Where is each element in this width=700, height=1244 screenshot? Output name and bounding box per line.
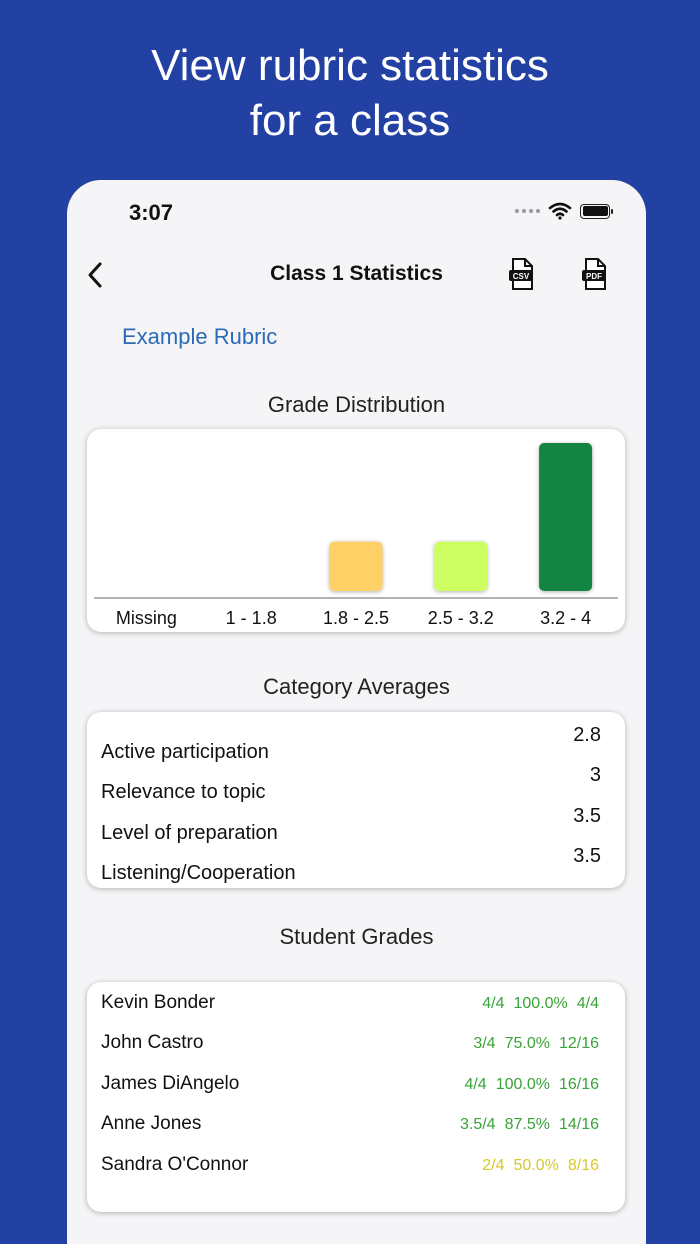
student-stats: 4/4 100.0% 16/16 bbox=[464, 1076, 599, 1094]
pdf-icon-label: PDF bbox=[586, 272, 602, 281]
bar-4 bbox=[539, 443, 593, 591]
student-points: 12/16 bbox=[558, 1035, 599, 1052]
grade-distribution-chart: Missing 1 - 1.8 1.8 - 2.5 2.5 - 3.2 3.2 - 4 bbox=[87, 429, 625, 632]
average-row: Active participation 2.8 bbox=[101, 724, 601, 764]
average-row: Listening/Cooperation 3.5 bbox=[101, 845, 601, 885]
student-stats: 3.5/4 87.5% 14/16 bbox=[460, 1116, 599, 1134]
category-averages-card: Active participation 2.8 Relevance to to… bbox=[87, 712, 625, 888]
student-score: 3.5/4 bbox=[459, 1116, 496, 1133]
student-grades-title: Student Grades bbox=[279, 924, 434, 949]
student-percent: 87.5% bbox=[504, 1116, 550, 1133]
student-name: John Castro bbox=[101, 1032, 204, 1053]
wifi-icon bbox=[548, 202, 572, 220]
student-row[interactable]: Sandra O'Connor 2/4 50.0% 8/16 bbox=[101, 1146, 599, 1186]
grade-distribution-title: Grade Distribution bbox=[267, 392, 446, 417]
average-label: Listening/Cooperation bbox=[101, 862, 296, 884]
student-points: 8/16 bbox=[567, 1157, 599, 1174]
csv-icon-label: CSV bbox=[513, 272, 530, 281]
student-row[interactable]: John Castro 3/4 75.0% 12/16 bbox=[101, 1024, 599, 1064]
bar-3 bbox=[434, 541, 488, 591]
student-points: 14/16 bbox=[558, 1116, 599, 1133]
student-points: 16/16 bbox=[558, 1076, 599, 1093]
student-stats: 2/4 50.0% 8/16 bbox=[482, 1157, 599, 1175]
status-time: 3:07 bbox=[129, 200, 174, 225]
student-row[interactable]: Anne Jones 3.5/4 87.5% 14/16 bbox=[101, 1105, 599, 1145]
x-tick-label: 1 - 1.8 bbox=[226, 608, 277, 628]
student-row[interactable]: Kevin Bonder 4/4 100.0% 4/4 bbox=[101, 984, 599, 1024]
student-score: 4/4 bbox=[464, 1076, 487, 1093]
student-stats: 3/4 75.0% 12/16 bbox=[473, 1035, 599, 1053]
student-points: 4/4 bbox=[576, 995, 599, 1012]
average-value: 2.8 bbox=[573, 724, 601, 746]
average-row: Relevance to topic 3 bbox=[101, 764, 601, 804]
student-name: Anne Jones bbox=[101, 1113, 202, 1134]
cellular-signal-icon bbox=[515, 209, 540, 213]
student-name: James DiAngelo bbox=[101, 1073, 240, 1094]
student-percent: 100.0% bbox=[513, 995, 568, 1012]
export-pdf-button[interactable]: PDF bbox=[580, 256, 610, 292]
average-label: Level of preparation bbox=[101, 822, 278, 844]
navigation-bar: Class 1 Statistics CSV PDF bbox=[67, 250, 646, 298]
pdf-file-icon: PDF bbox=[582, 258, 606, 290]
status-icons bbox=[515, 202, 613, 220]
average-value: 3.5 bbox=[573, 845, 601, 867]
headline: View rubric statistics for a class bbox=[0, 38, 700, 148]
student-score: 4/4 bbox=[482, 995, 505, 1012]
student-percent: 75.0% bbox=[504, 1035, 550, 1052]
average-label: Relevance to topic bbox=[101, 781, 266, 803]
student-percent: 100.0% bbox=[495, 1076, 550, 1093]
student-stats: 4/4 100.0% 4/4 bbox=[482, 995, 599, 1013]
average-row: Level of preparation 3.5 bbox=[101, 805, 601, 845]
student-name: Kevin Bonder bbox=[101, 992, 216, 1013]
bar-chart: Missing 1 - 1.8 1.8 - 2.5 2.5 - 3.2 3.2 - 4 bbox=[94, 443, 618, 628]
csv-file-icon: CSV bbox=[509, 258, 533, 290]
x-tick-label: 1.8 - 2.5 bbox=[323, 608, 389, 628]
bar-2 bbox=[329, 541, 383, 591]
student-percent: 50.0% bbox=[513, 1157, 559, 1174]
student-row[interactable]: James DiAngelo 4/4 100.0% 16/16 bbox=[101, 1065, 599, 1105]
headline-line-2: for a class bbox=[249, 96, 451, 145]
average-value: 3.5 bbox=[573, 805, 601, 827]
phone-screen: 3:07 Class 1 Statistics CSV PDF Example … bbox=[67, 180, 646, 1244]
student-score: 2/4 bbox=[482, 1157, 505, 1174]
student-name: Sandra O'Connor bbox=[101, 1154, 249, 1175]
headline-line-1: View rubric statistics bbox=[151, 41, 549, 90]
x-tick-label: Missing bbox=[116, 608, 177, 628]
page-title: Class 1 Statistics bbox=[270, 262, 443, 285]
student-grades-card: Kevin Bonder 4/4 100.0% 4/4 John Castro … bbox=[87, 982, 625, 1212]
x-tick-label: 3.2 - 4 bbox=[540, 608, 591, 628]
student-score: 3/4 bbox=[473, 1035, 496, 1052]
export-csv-button[interactable]: CSV bbox=[507, 256, 537, 292]
average-value: 3 bbox=[589, 764, 601, 786]
battery-icon bbox=[580, 203, 613, 219]
average-label: Active participation bbox=[101, 741, 269, 763]
rubric-link[interactable]: Example Rubric bbox=[122, 324, 277, 350]
category-averages-title: Category Averages bbox=[263, 674, 450, 699]
x-tick-label: 2.5 - 3.2 bbox=[428, 608, 494, 628]
